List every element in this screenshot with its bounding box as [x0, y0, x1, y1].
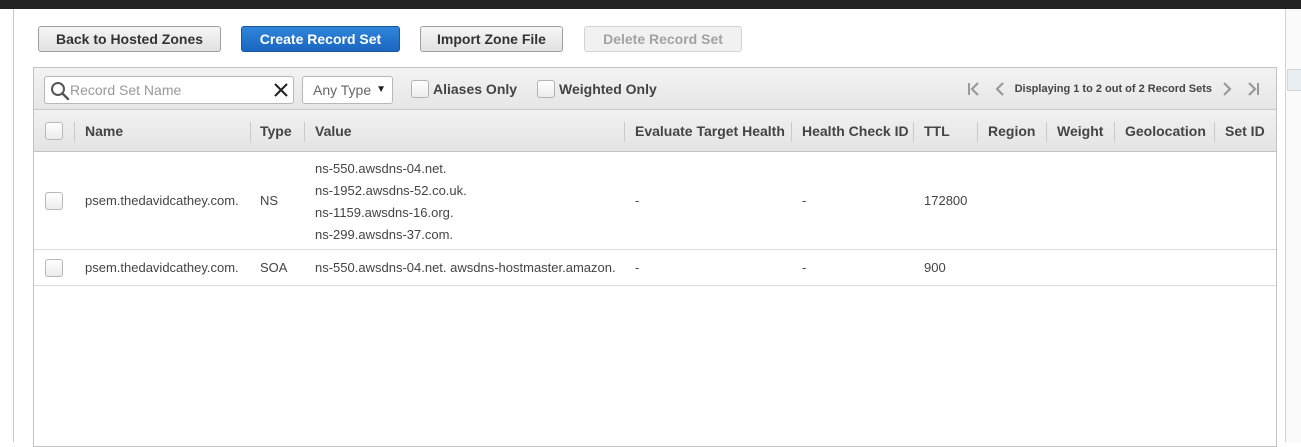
column-name[interactable]: Name — [85, 110, 123, 152]
row-checkbox[interactable] — [45, 259, 63, 277]
column-ttl[interactable]: TTL — [924, 110, 950, 152]
column-region[interactable]: Region — [988, 110, 1035, 152]
record-set-name-input[interactable] — [70, 80, 266, 100]
record-evaluate-target-health: - — [635, 260, 640, 275]
column-header-row: Name Type Value Evaluate Target Health H… — [34, 110, 1276, 152]
record-type: SOA — [260, 260, 288, 275]
search-icon — [50, 81, 70, 101]
search-box[interactable] — [44, 76, 294, 104]
column-separator — [791, 122, 792, 142]
column-separator — [74, 122, 75, 142]
record-evaluate-target-health: - — [635, 193, 640, 208]
back-to-hosted-zones-button[interactable]: Back to Hosted Zones — [38, 26, 221, 52]
record-type-selected: Any Type — [313, 82, 372, 98]
record-value-line: ns-1952.awsdns-52.co.uk. — [315, 183, 467, 198]
record-ttl: 900 — [924, 260, 946, 275]
select-all-checkbox[interactable] — [45, 122, 63, 140]
record-health-check-id: - — [802, 260, 807, 275]
aliases-only-toggle[interactable]: Aliases Only — [411, 80, 517, 98]
top-bar — [0, 0, 1301, 9]
column-geolocation[interactable]: Geolocation — [1125, 110, 1206, 152]
column-separator — [1114, 122, 1115, 142]
create-record-set-button[interactable]: Create Record Set — [241, 26, 400, 52]
pagination: Displaying 1 to 2 out of 2 Record Sets — [965, 80, 1262, 98]
record-value-line: ns-299.awsdns-37.com. — [315, 227, 454, 242]
next-page-icon[interactable] — [1218, 80, 1236, 98]
dropdown-arrow-icon: ▼ — [376, 84, 386, 95]
column-separator — [913, 122, 914, 142]
record-name: psem.thedavidcathey.com. — [85, 193, 239, 208]
column-separator — [1046, 122, 1047, 142]
column-set-id[interactable]: Set ID — [1225, 110, 1265, 152]
pagination-status: Displaying 1 to 2 out of 2 Record Sets — [1014, 83, 1212, 95]
row-checkbox[interactable] — [45, 192, 63, 210]
column-separator — [304, 122, 305, 142]
filter-bar: Any Type ▼ Aliases Only Weighted Only Di… — [34, 68, 1276, 110]
table-row[interactable]: psem.thedavidcathey.com. SOA ns-550.awsd… — [34, 250, 1276, 286]
last-page-icon[interactable] — [1244, 80, 1262, 98]
column-value[interactable]: Value — [315, 110, 352, 152]
aliases-only-checkbox[interactable] — [411, 80, 429, 98]
aliases-only-label: Aliases Only — [433, 81, 518, 97]
record-name: psem.thedavidcathey.com. — [85, 260, 239, 275]
previous-page-icon[interactable] — [991, 80, 1009, 98]
weighted-only-checkbox[interactable] — [537, 80, 555, 98]
record-type: NS — [260, 193, 279, 208]
delete-record-set-button: Delete Record Set — [584, 26, 742, 52]
right-side-panel — [1285, 9, 1301, 442]
record-type-select[interactable]: Any Type ▼ — [302, 76, 393, 104]
column-health-check-id[interactable]: Health Check ID — [802, 110, 909, 152]
record-value: ns-550.awsdns-04.net. awsdns-hostmaster.… — [315, 260, 616, 275]
column-separator — [1214, 122, 1215, 142]
column-separator — [624, 122, 625, 142]
record-value: ns-550.awsdns-04.net. ns-1952.awsdns-52.… — [315, 158, 467, 246]
column-separator — [977, 122, 978, 142]
record-value-line: ns-1159.awsdns-16.org. — [315, 205, 454, 220]
record-ttl: 172800 — [924, 193, 968, 208]
column-separator — [250, 122, 251, 142]
first-page-icon[interactable] — [965, 80, 983, 98]
record-value-line: ns-550.awsdns-04.net. — [315, 161, 447, 176]
weighted-only-toggle[interactable]: Weighted Only — [537, 80, 657, 98]
left-divider — [13, 9, 14, 442]
column-weight[interactable]: Weight — [1057, 110, 1103, 152]
close-icon[interactable] — [273, 82, 289, 98]
record-sets-grid: Any Type ▼ Aliases Only Weighted Only Di… — [33, 67, 1277, 447]
table-row[interactable]: psem.thedavidcathey.com. NS ns-550.awsdn… — [34, 153, 1276, 250]
record-health-check-id: - — [802, 193, 807, 208]
import-zone-file-button[interactable]: Import Zone File — [420, 26, 563, 52]
weighted-only-label: Weighted Only — [559, 81, 657, 97]
column-evaluate-target-health[interactable]: Evaluate Target Health — [635, 110, 785, 152]
column-type[interactable]: Type — [260, 110, 292, 152]
side-panel-tab[interactable] — [1287, 69, 1301, 91]
